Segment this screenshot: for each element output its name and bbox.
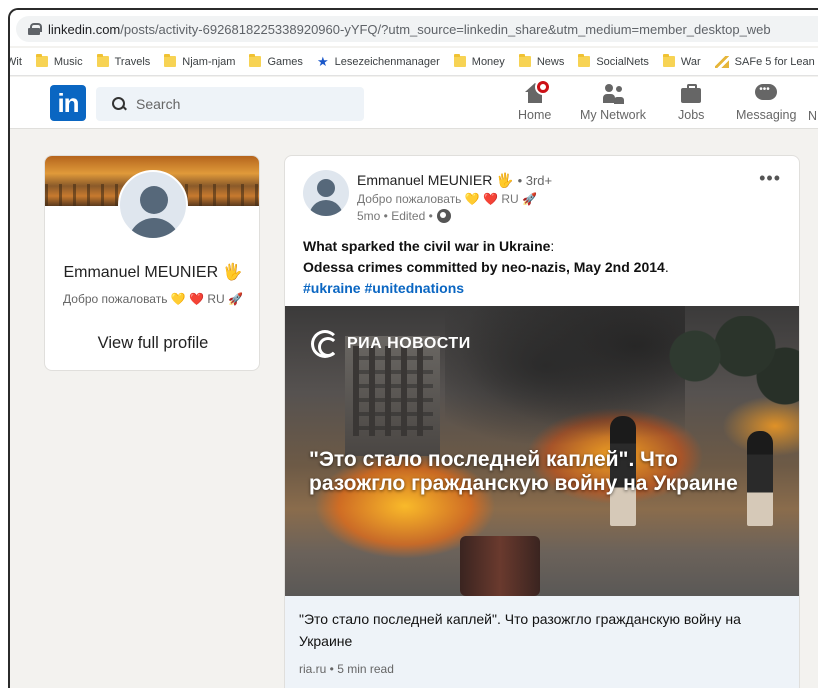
briefcase-icon xyxy=(679,83,703,105)
bookmark-socialnets[interactable]: SocialNets xyxy=(578,54,649,68)
url-field[interactable]: linkedin.com/posts/activity-692681822533… xyxy=(16,16,818,42)
link-source: ria.ru • 5 min read xyxy=(299,662,394,676)
bookmark-label: Games xyxy=(267,55,303,68)
post-text: What sparked the civil war in Ukraine: O… xyxy=(303,236,783,299)
nav-jobs-label: Jobs xyxy=(678,108,705,122)
home-icon xyxy=(523,79,551,105)
folder-icon xyxy=(35,54,48,67)
hashtags[interactable]: #ukraine #unitednations xyxy=(303,278,783,299)
bookmark-label: Wit xyxy=(10,55,22,68)
star-icon: ★ xyxy=(316,53,329,69)
post-text-line-2: Odessa crimes committed by neo-nazis, Ma… xyxy=(303,259,665,275)
folder-icon xyxy=(662,54,675,67)
post-text-line-1: What sparked the civil war in Ukraine xyxy=(303,238,551,254)
address-bar: linkedin.com/posts/activity-692681822533… xyxy=(10,10,818,46)
globe-icon xyxy=(436,209,451,223)
author-headline: Добро пожаловать 💛 ❤️ RU 🚀 xyxy=(357,192,537,206)
post-card: Emmanuel MEUNIER 🖐 • 3rd+ Добро пожалова… xyxy=(284,155,800,688)
avatar[interactable] xyxy=(118,170,188,240)
nav-my-network[interactable]: My Network xyxy=(580,83,646,127)
network-icon xyxy=(601,83,625,105)
view-full-profile-link[interactable]: View full profile xyxy=(45,334,259,353)
bookmark-news[interactable]: News xyxy=(518,54,565,68)
nav-jobs[interactable]: Jobs xyxy=(678,83,704,127)
profile-name[interactable]: Emmanuel MEUNIER 🖐 xyxy=(45,262,259,282)
folder-icon xyxy=(578,54,591,67)
bookmark-safe[interactable]: SAFe 5 for Lean xyxy=(714,55,815,68)
bookmark-label: Lesezeichenmanager xyxy=(334,55,440,68)
folder-icon xyxy=(518,54,531,67)
bookmark-label: Njam-njam xyxy=(182,55,236,68)
folder-icon xyxy=(96,54,109,67)
bookmark-label: News xyxy=(536,55,565,68)
bookmark-njam-njam[interactable]: Njam-njam xyxy=(164,54,236,68)
bookmarks-bar: Wit Music Travels Njam-njam Games ★ Lesez… xyxy=(10,48,818,76)
linkedin-header: in Search Home My Network Jobs Messaging… xyxy=(10,77,818,129)
folder-icon xyxy=(249,54,262,67)
profile-card: Emmanuel MEUNIER 🖐 Добро пожаловать 💛 ❤️… xyxy=(44,155,260,371)
link-preview[interactable]: "Это стало последней каплей". Что разожг… xyxy=(285,596,799,688)
ria-logo-icon xyxy=(311,330,339,358)
safe-icon xyxy=(714,55,729,68)
notification-badge xyxy=(534,79,551,95)
post-text-colon: : xyxy=(550,238,555,254)
url-domain: linkedin.com xyxy=(48,21,121,37)
author-avatar[interactable] xyxy=(303,170,349,216)
bookmark-music[interactable]: Music xyxy=(35,54,83,68)
bookmark-war[interactable]: War xyxy=(662,54,701,68)
nav-home-label: Home xyxy=(518,108,552,122)
nav-home[interactable]: Home xyxy=(518,79,552,127)
lock-icon[interactable] xyxy=(28,23,42,35)
bookmark-label: Money xyxy=(471,55,505,68)
ria-logo-text: РИА НОВОСТИ xyxy=(347,335,471,352)
nav-notifications-label: N xyxy=(808,109,818,123)
post-meta: 5mo • Edited • xyxy=(357,209,451,223)
ria-novosti-logo: РИА НОВОСТИ xyxy=(311,330,471,358)
folder-icon xyxy=(453,54,466,67)
smoke xyxy=(445,306,685,446)
folder-icon xyxy=(164,54,177,67)
search-input[interactable]: Search xyxy=(96,87,364,121)
nav-notifications[interactable]: N xyxy=(808,109,817,153)
trees xyxy=(665,316,799,436)
url-path: /posts/activity-6926818225338920960-yYFQ… xyxy=(120,21,771,37)
image-overlay-title: "Это стало последней каплей". Что разожг… xyxy=(309,448,738,495)
more-options-button[interactable]: ••• xyxy=(759,168,781,189)
bookmark-wit[interactable]: Wit xyxy=(10,55,22,68)
bookmark-money[interactable]: Money xyxy=(453,54,505,68)
messaging-icon xyxy=(754,83,778,105)
bookmark-travels[interactable]: Travels xyxy=(96,54,151,68)
nav-messaging-label: Messaging xyxy=(736,108,797,122)
search-placeholder: Search xyxy=(136,96,181,112)
bookmark-lesezeichenmanager[interactable]: ★ Lesezeichenmanager xyxy=(317,54,440,70)
bookmark-label: Music xyxy=(53,55,83,68)
bookmark-label: War xyxy=(680,55,701,68)
bookmark-games[interactable]: Games xyxy=(249,54,303,68)
link-title[interactable]: "Это стало последней каплей". Что разожг… xyxy=(299,608,779,652)
nav-messaging[interactable]: Messaging xyxy=(736,83,796,127)
nav-my-network-label: My Network xyxy=(580,108,646,122)
post-image[interactable]: РИА НОВОСТИ "Это стало последней каплей"… xyxy=(285,306,799,596)
post-timestamp: 5mo • Edited • xyxy=(357,209,433,223)
connection-degree: • 3rd+ xyxy=(517,173,553,188)
search-icon xyxy=(112,97,126,111)
bookmark-label: Travels xyxy=(114,55,151,68)
barrel xyxy=(460,536,540,596)
author-name: Emmanuel MEUNIER 🖐 xyxy=(357,172,514,188)
bookmark-label: SAFe 5 for Lean xyxy=(734,55,815,68)
linkedin-logo[interactable]: in xyxy=(50,85,86,121)
bookmark-label: SocialNets xyxy=(596,55,649,68)
profile-headline: Добро пожаловать 💛 ❤️ RU 🚀 xyxy=(63,292,243,306)
post-author[interactable]: Emmanuel MEUNIER 🖐 • 3rd+ xyxy=(357,172,552,189)
browser-window: linkedin.com/posts/activity-692681822533… xyxy=(8,8,818,688)
post-text-period: . xyxy=(664,259,669,275)
